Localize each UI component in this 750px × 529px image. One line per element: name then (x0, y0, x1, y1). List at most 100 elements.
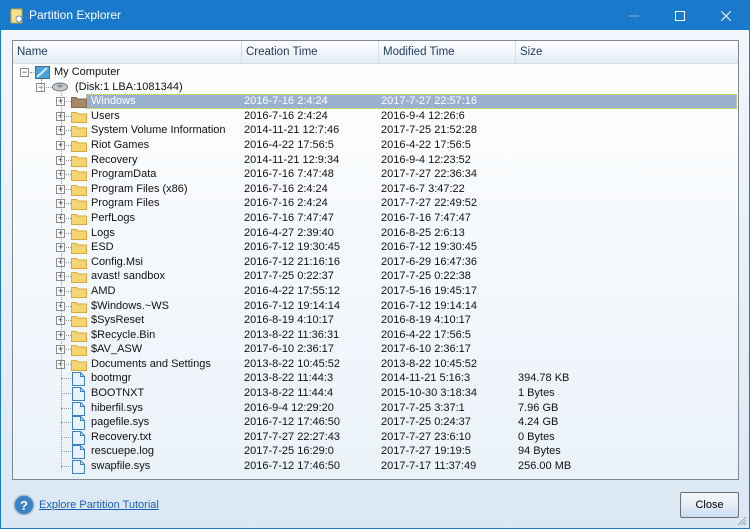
tree-connector (61, 378, 71, 380)
item-name: Riot Games (91, 138, 150, 151)
folder-icon (71, 170, 87, 182)
folder-icon (71, 97, 87, 109)
app-icon (10, 8, 23, 24)
folder-icon (71, 345, 87, 357)
tree-node-my-computer[interactable]: − My Computer (13, 65, 738, 80)
item-creation-time: 2014-11-21 12:9:34 (244, 153, 340, 166)
folder-row[interactable]: + Program Files 2016-7-16 2:4:24 2017-7-27 … (13, 196, 738, 211)
tree-node-label: My Computer (54, 66, 121, 78)
item-modified-time: 2017-6-7 3:47:22 (381, 182, 465, 195)
file-row[interactable]: Recovery.txt 2017-7-27 22:27:43 2017-7-27 … (13, 430, 738, 445)
folder-icon (71, 359, 87, 371)
file-row[interactable]: swapfile.sys 2016-7-12 17:46:50 2017-7-17 … (13, 459, 738, 475)
folder-row[interactable]: + Riot Games 2016-4-22 17:56:5 2016-4-22 17… (13, 138, 738, 153)
file-icon (72, 445, 85, 460)
folder-row[interactable]: + Documents and Settings 2013-8-22 10:45:5… (13, 357, 738, 372)
item-creation-time: 2013-8-22 11:36:31 (244, 328, 340, 341)
item-creation-time: 2016-7-12 17:46:50 (244, 416, 341, 429)
item-creation-time: 2016-7-16 7:47:47 (244, 211, 334, 224)
file-row[interactable]: rescuepe.log 2017-7-25 16:29:0 2017-7-27 1… (13, 444, 738, 460)
column-header-creation-time[interactable]: Creation Time (242, 41, 379, 64)
folder-icon (71, 316, 87, 328)
folder-row[interactable]: + Logs 2016-4-27 2:39:40 2016-8-25 2:6:13 (13, 226, 738, 241)
item-size: 1 Bytes (518, 387, 555, 400)
item-modified-time: 2017-5-16 19:45:17 (381, 284, 478, 297)
help-icon[interactable]: ? (13, 494, 35, 516)
item-size: 4.24 GB (518, 416, 559, 429)
item-modified-time: 2016-7-12 19:30:45 (381, 241, 478, 254)
file-row[interactable]: BOOTNXT 2013-8-22 11:44:4 2015-10-30 3:18:… (13, 386, 738, 402)
tree-node-disk[interactable]: − (Disk:1 LBA:1081344) (13, 80, 738, 95)
folder-row[interactable]: + Windows 2016-7-16 2:4:24 2017-7-27 22:57:… (13, 94, 738, 110)
item-name: Users (91, 109, 120, 122)
item-name: Recovery.txt (91, 430, 152, 443)
item-size: 7.96 GB (518, 401, 559, 414)
file-icon (72, 401, 85, 416)
file-icon (72, 460, 85, 475)
partition-explorer-window: Partition Explorer Name Creation Time Mo… (0, 0, 750, 529)
item-modified-time: 2016-9-4 12:26:6 (381, 109, 465, 122)
collapse-toggle[interactable]: − (20, 68, 29, 77)
maximize-icon (675, 10, 685, 21)
folder-icon (71, 243, 87, 255)
maximize-button[interactable] (657, 1, 703, 30)
item-creation-time: 2016-7-16 7:47:48 (244, 168, 334, 181)
item-name: Program Files (91, 197, 160, 210)
item-creation-time: 2014-11-21 12:7:46 (244, 124, 340, 137)
folder-icon (71, 272, 87, 284)
item-modified-time: 2016-4-22 17:56:5 (381, 138, 471, 151)
tree-connector (46, 86, 51, 88)
item-name: $Recycle.Bin (91, 328, 156, 341)
column-header-modified-time[interactable]: Modified Time (379, 41, 516, 64)
column-header-size[interactable]: Size (516, 41, 738, 64)
item-size: 256.00 MB (518, 460, 572, 473)
folder-row[interactable]: + Recovery 2014-11-21 12:9:34 2016-9-4 12:2… (13, 153, 738, 168)
close-button[interactable]: Close (680, 492, 739, 518)
title-bar[interactable]: Partition Explorer (1, 1, 749, 30)
item-name: Program Files (x86) (91, 182, 188, 195)
item-creation-time: 2016-7-16 2:4:24 (244, 109, 328, 122)
folder-row[interactable]: + $SysReset 2016-8-19 4:10:17 2016-8-19 4:1… (13, 313, 738, 328)
folder-row[interactable]: + ESD 2016-7-12 19:30:45 2016-7-12 19:30:45 (13, 240, 738, 255)
folder-row[interactable]: + $Recycle.Bin 2013-8-22 11:36:31 2016-4-22… (13, 328, 738, 343)
item-creation-time: 2017-7-25 16:29:0 (244, 445, 334, 458)
tree-connector (61, 451, 71, 453)
item-name: pagefile.sys (91, 416, 150, 429)
item-modified-time: 2017-7-27 22:49:52 (381, 197, 478, 210)
folder-row[interactable]: + Users 2016-7-16 2:4:24 2016-9-4 12:26:6 (13, 109, 738, 124)
minimize-button[interactable] (611, 1, 657, 30)
folder-row[interactable]: + System Volume Information 2014-11-21 12:… (13, 123, 738, 138)
file-row[interactable]: hiberfil.sys 2016-9-4 12:29:20 2017-7-25 3… (13, 401, 738, 416)
tree-connector (61, 422, 71, 424)
folder-row[interactable]: + $AV_ASW 2017-6-10 2:36:17 2017-6-10 2:36:… (13, 342, 738, 357)
item-creation-time: 2013-8-22 10:45:52 (244, 357, 341, 370)
item-creation-time: 2013-8-22 11:44:3 (244, 372, 334, 385)
item-modified-time: 2016-8-19 4:10:17 (381, 314, 471, 327)
folder-icon (71, 228, 87, 240)
item-creation-time: 2016-7-12 21:16:16 (244, 255, 341, 268)
window-close-button[interactable] (703, 1, 749, 30)
resize-grip-icon[interactable] (737, 516, 747, 526)
item-modified-time: 2017-7-25 0:22:38 (381, 270, 471, 283)
file-row[interactable]: bootmgr 2013-8-22 11:44:3 2014-11-21 5:16:… (13, 371, 738, 387)
folder-row[interactable]: + $Windows.~WS 2016-7-12 19:14:14 2016-7-12… (13, 299, 738, 314)
item-modified-time: 2017-6-10 2:36:17 (381, 343, 471, 356)
folder-row[interactable]: + Config.Msi 2016-7-12 21:16:16 2017-6-29 1… (13, 255, 738, 270)
file-row[interactable]: pagefile.sys 2016-7-12 17:46:50 2017-7-25 … (13, 415, 738, 431)
tree-connector (61, 466, 71, 468)
folder-row[interactable]: + Program Files (x86) 2016-7-16 2:4:24 2017… (13, 182, 738, 197)
folder-row[interactable]: + AMD 2016-4-22 17:55:12 2017-5-16 19:45:17 (13, 284, 738, 299)
file-icon (72, 416, 85, 431)
file-tree-list[interactable]: Name Creation Time Modified Time Size − … (12, 40, 739, 480)
item-name: Config.Msi (91, 255, 143, 268)
item-name: Logs (91, 226, 115, 239)
tutorial-link[interactable]: Explore Partition Tutorial (39, 499, 159, 511)
column-header-name[interactable]: Name (13, 41, 242, 64)
tree-rows: − My Computer − (Disk:1 LBA:1081344) + Wi… (13, 65, 738, 475)
folder-row[interactable]: + avast! sandbox 2017-7-25 0:22:37 2017-7-2… (13, 269, 738, 284)
folder-row[interactable]: + PerfLogs 2016-7-16 7:47:47 2016-7-16 7:47… (13, 211, 738, 226)
item-name: avast! sandbox (91, 270, 165, 283)
tree-node-label: (Disk:1 LBA:1081344) (75, 80, 183, 93)
folder-row[interactable]: + ProgramData 2016-7-16 7:47:48 2017-7-27 2… (13, 167, 738, 182)
folder-icon (71, 301, 87, 313)
